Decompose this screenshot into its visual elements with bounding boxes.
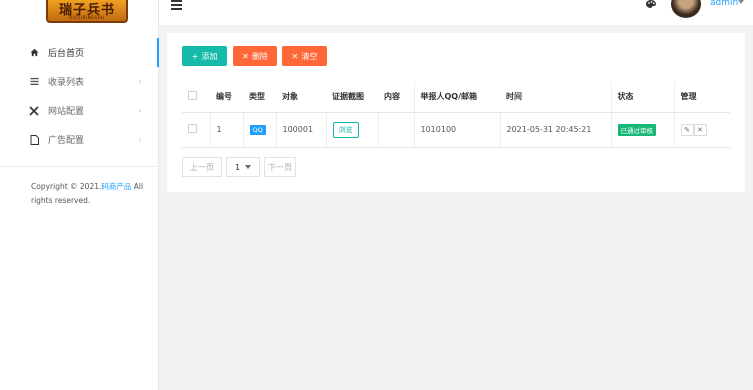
list-icon bbox=[29, 77, 39, 87]
sidebar-nav: 后台首页 收录列表 › 网站配置 › 广告配置 › bbox=[0, 38, 159, 154]
cell-type: QQ bbox=[242, 112, 276, 148]
cell-target: 100001 bbox=[275, 112, 326, 148]
clear-button[interactable]: ✕ 清空 bbox=[282, 46, 327, 66]
add-button-label: 添加 bbox=[201, 51, 218, 61]
add-button[interactable]: + 添加 bbox=[182, 46, 227, 66]
sidebar-item-label: 收录列表 bbox=[48, 78, 85, 88]
prev-page-button[interactable]: 上一页 bbox=[182, 157, 222, 177]
sidebar-item-label: 网站配置 bbox=[48, 107, 85, 117]
cell-content bbox=[377, 112, 414, 148]
pencil-icon: ✎ bbox=[684, 125, 690, 134]
close-icon: ✕ bbox=[291, 51, 299, 61]
sidebar-divider bbox=[0, 166, 159, 167]
main-card: + 添加 ✕ 删除 ✕ 清空 编号 类型 对象 证据截图 内容 举报人QQ/邮箱… bbox=[167, 33, 745, 192]
caret-down-icon[interactable] bbox=[738, 0, 744, 4]
col-header[interactable]: 举报人QQ/邮箱 bbox=[413, 82, 500, 113]
cell-evidence: 浏览 bbox=[325, 112, 378, 148]
close-icon: ✕ bbox=[697, 125, 703, 134]
copyright: Copyright © 2021.码商产品 All rights reserve… bbox=[31, 180, 151, 208]
pagination: 上一页 1 下一页 bbox=[182, 157, 296, 177]
table-header-row: 编号 类型 对象 证据截图 内容 举报人QQ/邮箱 时间 状态 管理 bbox=[182, 82, 730, 113]
plus-icon: + bbox=[191, 51, 199, 61]
close-icon: ✕ bbox=[242, 51, 249, 61]
sidebar: 瑞子兵书 RUIZIBINGSHU 后台首页 收录列表 › 网站配置 › 广告配… bbox=[0, 0, 159, 390]
home-icon bbox=[29, 48, 39, 58]
tools-icon bbox=[29, 105, 39, 116]
delete-row-button[interactable]: ✕ bbox=[693, 123, 707, 136]
page-select[interactable]: 1 bbox=[226, 157, 260, 177]
cell-actions: ✎ ✕ bbox=[673, 112, 730, 148]
row-checkbox[interactable] bbox=[188, 124, 197, 133]
col-header[interactable]: 时间 bbox=[500, 82, 611, 113]
top-header: admin bbox=[159, 0, 753, 25]
sidebar-item-label: 后台首页 bbox=[48, 49, 85, 59]
logo-subtitle: RUIZIBINGSHU bbox=[69, 15, 105, 20]
delete-button[interactable]: ✕ 删除 bbox=[233, 46, 277, 66]
col-header[interactable]: 对象 bbox=[276, 82, 326, 113]
cell-status: 已通过审核 bbox=[610, 112, 674, 148]
col-header[interactable]: 状态 bbox=[610, 82, 674, 113]
reports-table: 编号 类型 对象 证据截图 内容 举报人QQ/邮箱 时间 状态 管理 1 QQ … bbox=[182, 82, 730, 148]
cell-time: 2021-05-31 20:45:21 bbox=[499, 112, 611, 148]
cell-id: 1 bbox=[209, 112, 243, 148]
chevron-right-icon: › bbox=[138, 106, 142, 115]
logo-area: 瑞子兵书 RUIZIBINGSHU bbox=[0, 0, 159, 30]
palette-icon[interactable] bbox=[646, 0, 656, 8]
sidebar-item-collection-list[interactable]: 收录列表 › bbox=[0, 67, 159, 96]
row-actions: ✎ ✕ bbox=[680, 123, 707, 136]
cell-reporter: 1010100 bbox=[413, 112, 500, 148]
clear-button-label: 清空 bbox=[301, 51, 318, 61]
avatar[interactable] bbox=[671, 0, 701, 18]
col-header[interactable]: 内容 bbox=[378, 82, 414, 113]
sidebar-item-label: 广告配置 bbox=[48, 136, 85, 146]
select-all-cell bbox=[182, 82, 210, 113]
chevron-right-icon: › bbox=[138, 135, 142, 144]
copyright-prefix: Copyright © 2021. bbox=[31, 182, 102, 191]
copyright-brand-link[interactable]: 码商产品 bbox=[101, 182, 131, 191]
page-select-value: 1 bbox=[234, 162, 241, 172]
file-icon bbox=[29, 134, 39, 145]
next-page-button[interactable]: 下一页 bbox=[264, 157, 296, 177]
col-header[interactable]: 编号 bbox=[210, 82, 243, 113]
table-row[interactable]: 1 QQ 100001 浏览 1010100 2021-05-31 20:45:… bbox=[182, 112, 730, 148]
sidebar-item-site-config[interactable]: 网站配置 › bbox=[0, 96, 159, 125]
type-badge: QQ bbox=[249, 124, 266, 135]
status-badge: 已通过审核 bbox=[617, 123, 656, 136]
sidebar-item-ad-config[interactable]: 广告配置 › bbox=[0, 125, 159, 154]
select-all-checkbox[interactable] bbox=[188, 91, 197, 101]
row-select-cell bbox=[182, 112, 210, 148]
admin-username[interactable]: admin bbox=[710, 0, 738, 8]
col-header[interactable]: 证据截图 bbox=[326, 82, 378, 113]
col-header[interactable]: 管理 bbox=[673, 82, 730, 113]
sidebar-item-home[interactable]: 后台首页 bbox=[0, 38, 159, 67]
delete-button-label: 删除 bbox=[251, 51, 268, 61]
col-header[interactable]: 类型 bbox=[243, 82, 276, 113]
logo[interactable]: 瑞子兵书 RUIZIBINGSHU bbox=[46, 0, 128, 23]
edit-button[interactable]: ✎ bbox=[680, 123, 694, 136]
chevron-down-icon bbox=[245, 165, 252, 169]
hamburger-icon[interactable] bbox=[171, 0, 182, 12]
chevron-right-icon: › bbox=[138, 77, 142, 86]
view-evidence-button[interactable]: 浏览 bbox=[332, 121, 359, 138]
